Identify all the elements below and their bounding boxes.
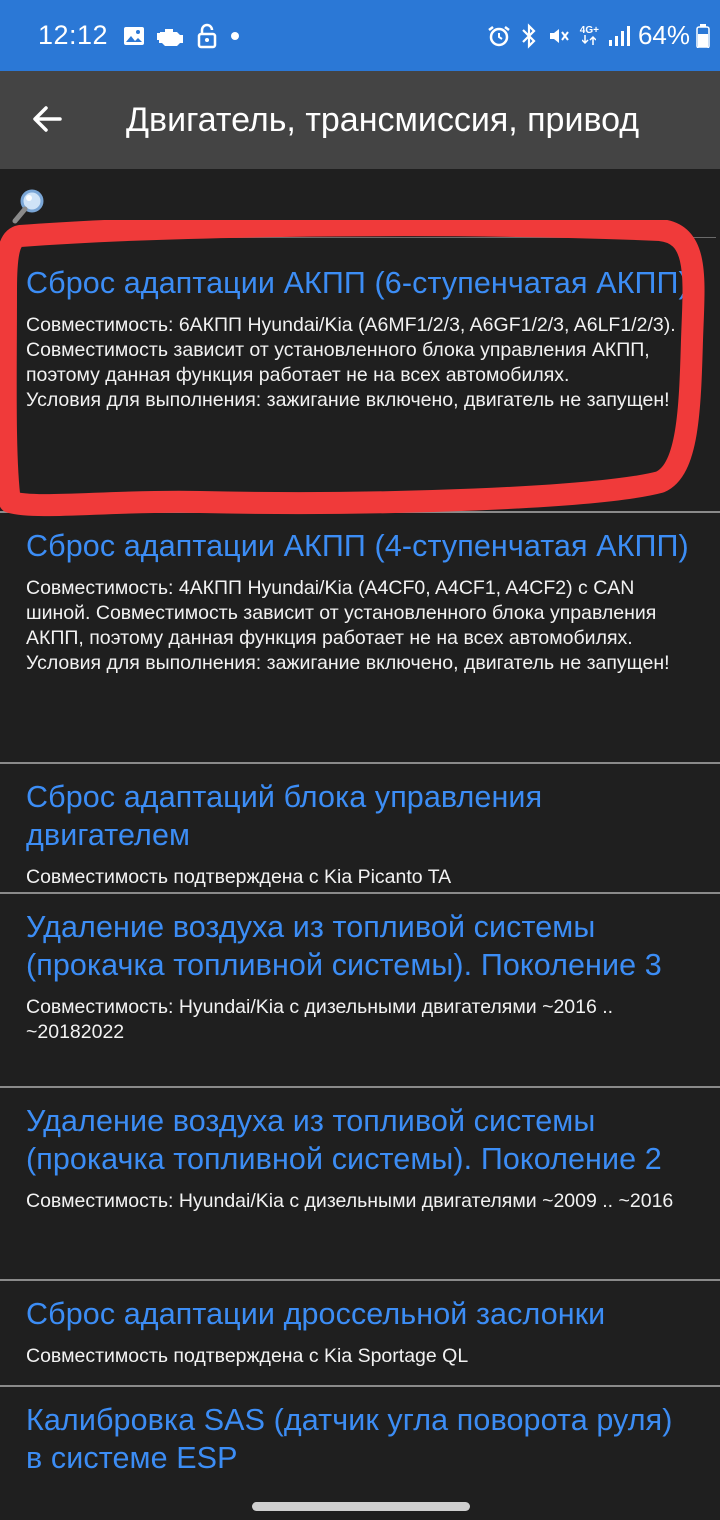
status-bar: 12:12 4G+ 64%: [0, 0, 720, 71]
search-bar: [0, 169, 720, 247]
list-item[interactable]: Калибровка SAS (датчик угла поворота рул…: [0, 1387, 720, 1507]
battery-percent: 64%: [637, 20, 690, 50]
dot-icon: [228, 29, 242, 43]
list-item-title: Калибровка SAS (датчик угла поворота рул…: [26, 1403, 673, 1475]
list-item-title: Сброс адаптации дроссельной заслонки: [26, 1297, 606, 1331]
signal-icon: [608, 25, 630, 47]
list-item-description: Совместимость: 4АКПП Hyundai/Kia (A4CF0,…: [26, 577, 670, 674]
list-item[interactable]: Сброс адаптации АКПП (6-ступенчатая АКПП…: [0, 250, 720, 513]
app-bar: Двигатель, трансмиссия, привод: [0, 71, 720, 169]
list-item-description: Совместимость: Hyundai/Kia с дизельными …: [26, 996, 614, 1043]
4g-plus-icon: 4G+: [580, 26, 599, 45]
status-right: 4G+ 64%: [478, 0, 710, 71]
list-item-title: Сброс адаптаций блока управления двигате…: [26, 780, 543, 852]
list-item[interactable]: Удаление воздуха из топливой системы (пр…: [0, 894, 720, 1088]
network-label: 4G+: [579, 25, 599, 36]
function-list: Сброс адаптации АКПП (6-ступенчатая АКПП…: [0, 250, 720, 1507]
home-gesture-handle[interactable]: [252, 1502, 470, 1511]
status-time: 12:12: [38, 20, 109, 50]
search-icon: [12, 187, 46, 225]
screen: 12:12 4G+ 64% Двигатель, трансмиссия, пр…: [0, 0, 720, 1520]
list-item[interactable]: Сброс адаптации дроссельной заслонки Сов…: [0, 1281, 720, 1387]
list-item-title: Удаление воздуха из топливой системы (пр…: [26, 910, 662, 982]
list-item[interactable]: Сброс адаптации АКПП (4-ступенчатая АКПП…: [0, 513, 720, 764]
list-item-title: Сброс адаптации АКПП (4-ступенчатая АКПП…: [26, 529, 689, 563]
alarm-icon: [487, 24, 511, 48]
arrow-left-icon: [33, 106, 62, 132]
status-left: 12:12: [38, 0, 252, 71]
lock-icon: [196, 23, 218, 49]
list-item[interactable]: Сброс адаптаций блока управления двигате…: [0, 764, 720, 894]
list-item-title: Удаление воздуха из топливой системы (пр…: [26, 1104, 662, 1176]
list-item-title: Сброс адаптации АКПП (6-ступенчатая АКПП…: [26, 266, 689, 300]
image-icon: [122, 24, 146, 48]
page-title: Двигатель, трансмиссия, привод: [126, 101, 640, 139]
list-item-description: Совместимость: Hyundai/Kia с дизельными …: [26, 1190, 674, 1212]
list-item[interactable]: Удаление воздуха из топливой системы (пр…: [0, 1088, 720, 1281]
list-item-description: Совместимость подтверждена с Kia Picanto…: [26, 866, 452, 888]
list-item-description: Совместимость подтверждена с Kia Sportag…: [26, 1345, 469, 1367]
mute-icon: [547, 24, 571, 48]
battery-icon: [696, 23, 710, 48]
car-engine-icon: [156, 24, 186, 48]
list-item-description: Совместимость: 6АКПП Hyundai/Kia (A6MF1/…: [26, 314, 676, 411]
search-input[interactable]: [52, 183, 716, 238]
back-button[interactable]: [28, 99, 68, 139]
bluetooth-icon: [520, 22, 538, 49]
